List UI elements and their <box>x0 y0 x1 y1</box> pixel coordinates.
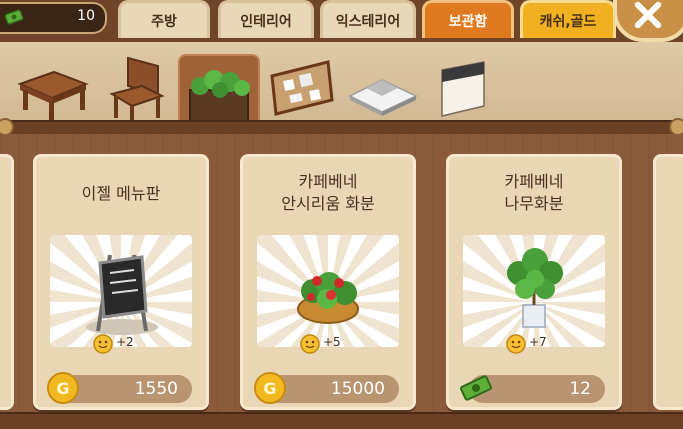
cash-icon <box>460 375 492 401</box>
bonus-badge: +7 <box>505 333 569 354</box>
bonus-badge: +5 <box>299 333 363 354</box>
bulletin-board-icon <box>270 60 334 116</box>
inventory-counter: 10 <box>0 2 107 34</box>
gold-coin-icon: G <box>254 372 286 404</box>
price-value: 15000 <box>330 379 385 399</box>
item-card[interactable]: 이젤 메뉴판 +2 1550 G <box>33 154 209 410</box>
category-chair[interactable] <box>98 50 176 126</box>
gold-coin-icon: G <box>47 372 79 404</box>
item-list: 이젤 메뉴판 +2 1550 G 카페베네 안시리움 화분 +5 15000 G… <box>0 134 683 427</box>
easel-menu-board-icon <box>86 254 158 335</box>
counter-value: 10 <box>77 8 95 24</box>
smile-icon <box>506 334 526 354</box>
partial-item-card-right[interactable] <box>653 154 683 410</box>
bottom-rail <box>0 412 683 429</box>
partial-item-card-left[interactable] <box>0 154 14 410</box>
smile-icon <box>93 334 113 354</box>
item-title: 이젤 메뉴판 <box>36 183 206 205</box>
bonus-value: +5 <box>323 335 341 349</box>
item-image <box>50 235 192 347</box>
category-shelf <box>0 42 683 136</box>
item-title-line: 안시리움 화분 <box>281 194 375 213</box>
anthurium-pot-icon <box>297 272 359 324</box>
tree-pot-icon <box>507 248 563 328</box>
table-icon <box>17 70 89 122</box>
item-card[interactable]: 카페베네 나무화분 +7 12 <box>446 154 622 410</box>
top-bar: 10 주방 인테리어 익스테리어 보관함 캐쉬,골드 <box>0 0 683 42</box>
shelf-rail <box>0 120 683 134</box>
close-button[interactable] <box>613 0 683 42</box>
svg-text:G: G <box>263 379 276 398</box>
cash-icon <box>4 9 24 25</box>
svg-text:G: G <box>56 379 69 398</box>
category-floor[interactable] <box>344 50 422 126</box>
item-title: 카페베네 나무화분 <box>449 171 619 215</box>
item-title-line: 카페베네 <box>504 172 564 191</box>
price-value: 1550 <box>134 379 178 399</box>
item-image <box>257 235 399 347</box>
item-title-line: 카페베네 <box>298 172 358 191</box>
item-title-line: 이젤 메뉴판 <box>81 184 161 203</box>
bonus-value: +2 <box>116 335 134 349</box>
tab-interior[interactable]: 인테리어 <box>218 0 314 38</box>
category-board[interactable] <box>262 50 340 126</box>
tab-storage[interactable]: 보관함 <box>422 0 514 38</box>
close-icon <box>634 1 662 29</box>
tab-kitchen[interactable]: 주방 <box>118 0 210 38</box>
floor-tile-icon <box>348 79 418 116</box>
item-title: 카페베네 안시리움 화분 <box>243 171 413 215</box>
category-table[interactable] <box>14 50 92 126</box>
item-card[interactable]: 카페베네 안시리움 화분 +5 15000 G <box>240 154 416 410</box>
tab-cash-gold[interactable]: 캐쉬,골드 <box>520 0 616 38</box>
bonus-value: +7 <box>529 335 547 349</box>
chair-icon <box>109 56 165 124</box>
item-image <box>463 235 605 347</box>
tab-exterior[interactable]: 익스테리어 <box>320 0 416 38</box>
bonus-badge: +2 <box>92 333 156 354</box>
wall-panel-icon <box>441 61 485 117</box>
item-title-line: 나무화분 <box>504 194 564 213</box>
category-wall[interactable] <box>424 50 502 126</box>
price-value: 12 <box>569 379 591 399</box>
smile-icon <box>300 334 320 354</box>
